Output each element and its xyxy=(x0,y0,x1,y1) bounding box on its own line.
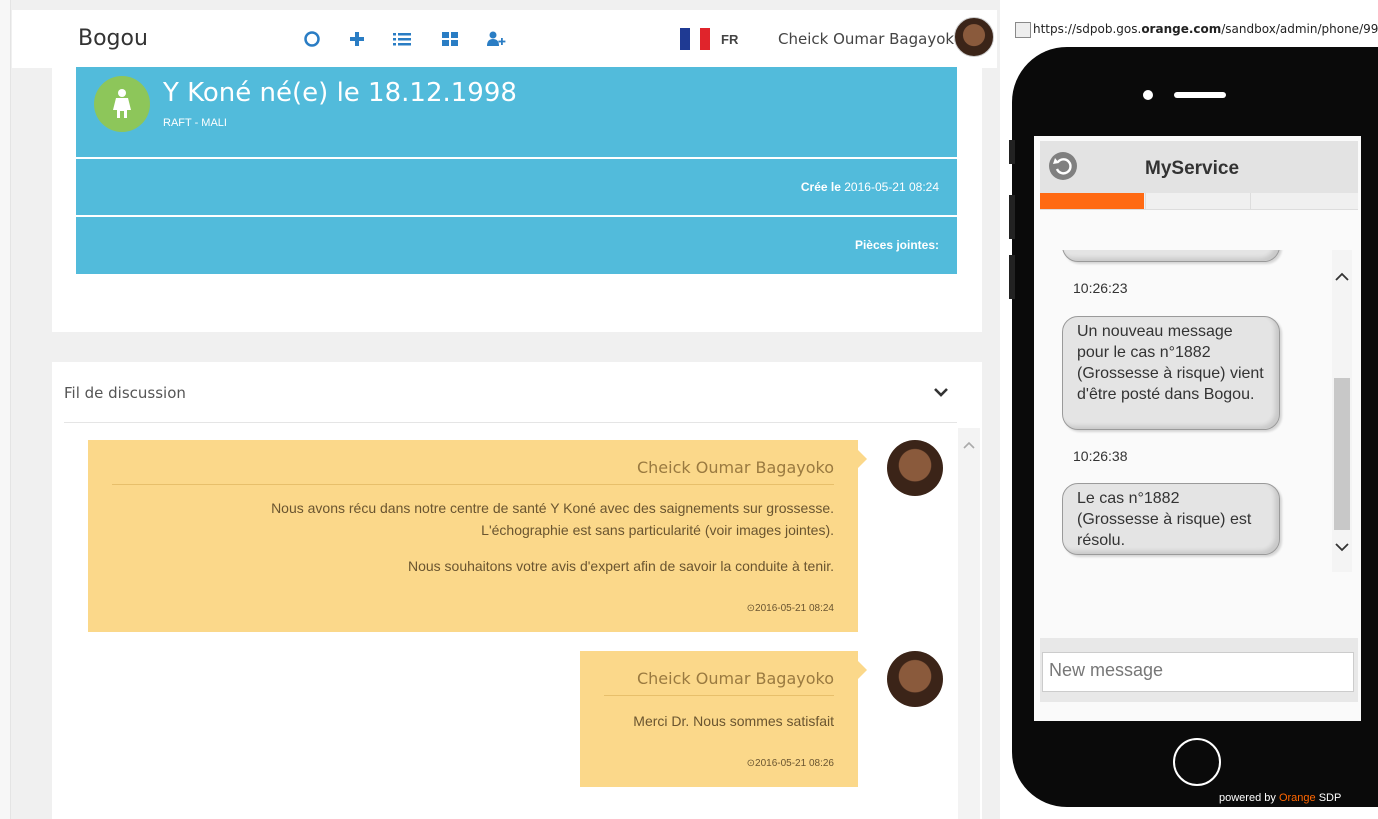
message-line: Nous avons récu dans notre centre de san… xyxy=(271,500,834,516)
bubble-arrow xyxy=(858,661,867,679)
created-label: Crée le xyxy=(800,180,841,194)
chat-area: 10:26:23 Un nouveau message pour le cas … xyxy=(1040,250,1332,572)
tab-bar xyxy=(1040,193,1358,210)
case-attachments-row: Pièces jointes: xyxy=(76,217,957,274)
url-text[interactable]: https://sdpob.gos.orange.com/sandbox/adm… xyxy=(1033,22,1378,36)
scroll-thumb[interactable] xyxy=(1334,378,1350,530)
message-time: ⊙2016-05-21 08:26 xyxy=(746,758,834,769)
side-button xyxy=(1009,195,1015,239)
tab-item[interactable] xyxy=(1250,193,1359,209)
author-avatar xyxy=(887,651,943,707)
home-button[interactable] xyxy=(1173,738,1221,786)
back-icon xyxy=(1053,158,1072,175)
speaker-bar xyxy=(1174,92,1226,98)
brand-logo[interactable]: Bogou xyxy=(78,26,148,51)
chevron-down-icon[interactable] xyxy=(1335,542,1349,552)
message-line: Merci Dr. Nous sommes satisfait xyxy=(633,713,834,729)
created-value: 2016-05-21 08:24 xyxy=(844,180,939,194)
discussion-title: Fil de discussion xyxy=(64,384,186,402)
author-avatar xyxy=(887,440,943,496)
camera-dot xyxy=(1143,90,1153,100)
scroll-up-icon[interactable] xyxy=(962,440,976,450)
side-button xyxy=(1009,255,1015,299)
grid-icon[interactable] xyxy=(440,30,460,48)
message-line: L'échographie est sans particularité (vo… xyxy=(481,522,834,538)
message-author: Cheick Oumar Bagayoko xyxy=(636,458,834,477)
message-divider xyxy=(604,695,834,696)
user-name[interactable]: Cheick Oumar Bagayoko xyxy=(778,30,963,48)
add-user-icon[interactable] xyxy=(486,30,506,48)
patient-avatar xyxy=(94,76,150,132)
top-navbar: Bogou FR Cheick Oumar Bagayoko xyxy=(12,10,997,68)
powered-by: powered by Orange SDP xyxy=(1219,792,1342,804)
message-line: Nous souhaitons votre avis d'expert afin… xyxy=(407,558,834,574)
message-bubble: Cheick Oumar Bagayoko Merci Dr. Nous som… xyxy=(580,651,867,787)
user-avatar[interactable] xyxy=(954,17,994,57)
case-subtitle: RAFT - MALI xyxy=(163,117,227,129)
message-bubble: Cheick Oumar Bagayoko Nous avons récu da… xyxy=(88,440,867,632)
chat-timestamp: 10:26:38 xyxy=(1073,448,1128,464)
discussion-divider xyxy=(64,422,957,423)
chat-bubble: Le cas n°1882 (Grossesse à risque) est r… xyxy=(1062,483,1280,555)
created-info: Crée le 2016-05-21 08:24 xyxy=(801,180,939,194)
list-icon[interactable] xyxy=(392,30,412,48)
message-time: ⊙2016-05-21 08:24 xyxy=(746,603,834,614)
chat-scrollbar[interactable] xyxy=(1332,250,1352,572)
plus-icon[interactable] xyxy=(347,30,367,48)
case-created-row: Crée le 2016-05-21 08:24 xyxy=(76,159,957,215)
window-edge xyxy=(0,0,11,819)
flag-fr-icon[interactable] xyxy=(680,28,710,50)
circle-icon[interactable] xyxy=(302,30,322,48)
attachments-label: Pièces jointes: xyxy=(854,238,939,252)
tab-active[interactable] xyxy=(1040,193,1144,209)
clock-icon: ⊙ xyxy=(746,603,756,614)
side-button xyxy=(1009,140,1015,164)
back-button[interactable] xyxy=(1049,152,1077,180)
message-author: Cheick Oumar Bagayoko xyxy=(636,669,834,688)
language-selector[interactable]: FR xyxy=(721,32,738,47)
chat-bubble-partial xyxy=(1062,250,1280,262)
new-message-input[interactable]: New message xyxy=(1042,652,1354,692)
message-divider xyxy=(112,484,834,485)
bubble-arrow xyxy=(858,450,867,468)
chat-bubble: Un nouveau message pour le cas n°1882 (G… xyxy=(1062,316,1280,430)
page-icon xyxy=(1015,22,1031,38)
app-title: MyService xyxy=(1145,158,1240,179)
female-icon xyxy=(113,89,131,118)
chat-timestamp: 10:26:23 xyxy=(1073,280,1128,296)
clock-icon: ⊙ xyxy=(746,758,756,769)
case-title: Y Koné né(e) le 18.12.1998 xyxy=(163,78,517,108)
discussion-scrollbar[interactable] xyxy=(958,428,980,819)
chevron-down-icon[interactable] xyxy=(932,384,950,400)
chevron-up-icon[interactable] xyxy=(1335,272,1349,282)
tab-item[interactable] xyxy=(1145,193,1250,209)
